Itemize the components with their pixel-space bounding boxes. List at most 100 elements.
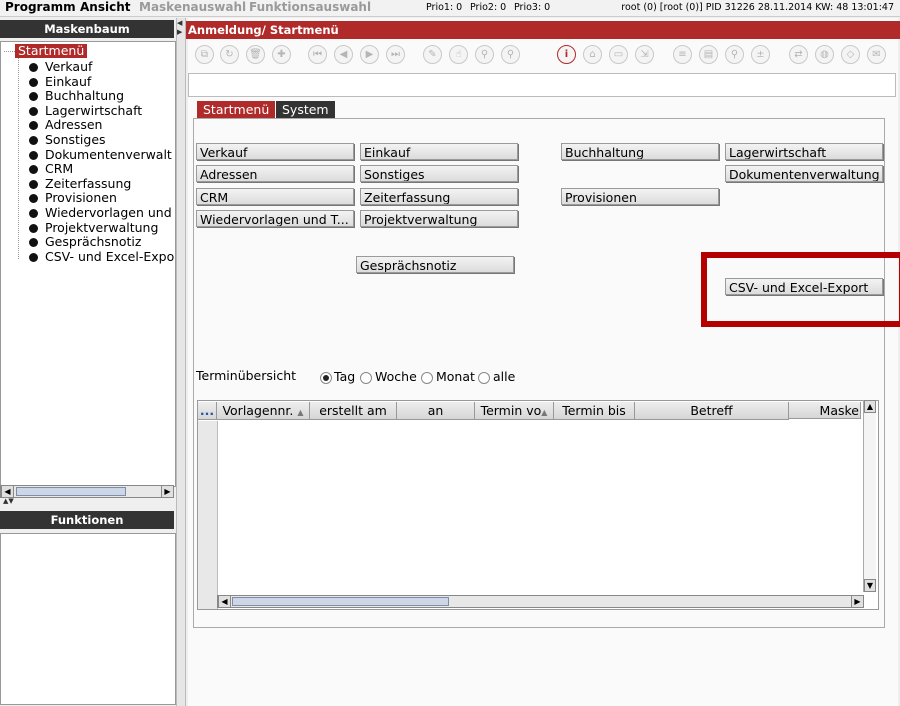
next-record-icon[interactable]: ▶ (360, 45, 379, 64)
tree-root-startmenu[interactable]: Startmenü (15, 44, 88, 58)
refresh-icon[interactable]: ↻ (220, 45, 239, 64)
globe-icon[interactable]: ◍ (815, 45, 834, 64)
radio-alle[interactable] (478, 372, 490, 384)
tab-system[interactable]: System (276, 101, 335, 118)
calendar-icon[interactable]: ▤ (699, 45, 718, 64)
adressen-button[interactable]: Adressen (196, 165, 354, 182)
export-icon[interactable]: ⇲ (635, 45, 654, 64)
menu-ansicht[interactable]: Ansicht (80, 0, 130, 15)
radio-tag-label: Tag (334, 369, 356, 384)
collapse-left-icon[interactable]: ◀ (177, 19, 182, 27)
tree-item[interactable]: Lagerwirtschaft (45, 103, 142, 118)
tree-item[interactable]: Verkauf (45, 60, 92, 74)
column-termin-von[interactable]: Termin vo▲ (475, 402, 554, 420)
tree-bullet-icon (29, 209, 38, 218)
tree-item[interactable]: Buchhaltung (45, 89, 124, 103)
add-icon[interactable]: ✚ (272, 45, 291, 64)
tree-item[interactable]: Sonstiges (45, 133, 106, 147)
column-an[interactable]: an (397, 402, 475, 420)
prio1-status: Prio1: 0 (426, 2, 463, 13)
column-menu-button[interactable]: ... (198, 402, 217, 420)
calculator-icon[interactable]: ± (751, 45, 770, 64)
window-icon[interactable]: ▭ (609, 45, 628, 64)
table-vertical-scrollbar[interactable]: ▲ ▼ (863, 400, 876, 592)
wiedervorlagen-button[interactable]: Wiedervorlagen und T... (196, 210, 354, 227)
home-icon[interactable]: ⌂ (583, 45, 602, 64)
appointments-table (197, 400, 879, 610)
dokumentenverwaltung-button[interactable]: Dokumentenverwaltung (725, 165, 883, 182)
search-next-icon[interactable]: ⚲ (501, 45, 520, 64)
copy-icon[interactable]: ⧉ (195, 45, 214, 64)
column-vorlagennr-label: Vorlagennr. (222, 403, 294, 418)
table-scroll-right-icon[interactable]: ▶ (851, 595, 864, 608)
row-header-column (198, 421, 218, 609)
zoom-icon[interactable]: ⚲ (725, 45, 744, 64)
radio-monat[interactable] (421, 372, 433, 384)
column-maske[interactable]: Maske (789, 402, 861, 419)
scroll-up-icon[interactable]: ▲ (864, 400, 876, 413)
first-record-icon[interactable]: ⏮ (308, 45, 327, 64)
column-vorlagennr[interactable]: Vorlagennr. ▲ (217, 402, 310, 420)
column-termin-bis[interactable]: Termin bis (554, 402, 635, 420)
buchhaltung-button[interactable]: Buchhaltung (561, 143, 719, 160)
delete-icon[interactable]: 🗑 (246, 45, 265, 64)
splitter[interactable]: ◀ ▶ (176, 18, 186, 706)
menu-maskenauswahl[interactable]: Maskenauswahl (139, 0, 246, 15)
info-icon[interactable]: i (557, 45, 576, 64)
top-input-field[interactable] (188, 73, 896, 97)
tree-item[interactable]: Provisionen (45, 191, 117, 205)
list-icon[interactable]: ≡ (673, 45, 692, 64)
tree-horizontal-scrollbar[interactable]: ◀ ▶ (0, 485, 174, 498)
tree-item[interactable]: Projektverwaltung (45, 220, 158, 235)
radio-woche[interactable] (360, 372, 372, 384)
column-termin-von-label: Termin vo (480, 403, 542, 418)
previous-record-icon[interactable]: ◀ (334, 45, 353, 64)
functions-header: Funktionen (0, 511, 174, 529)
zeiterfassung-button[interactable]: Zeiterfassung (360, 188, 518, 205)
projektverwaltung-button[interactable]: Projektverwaltung (360, 210, 518, 227)
split-arrows-icon[interactable]: ▲▼ (3, 497, 14, 505)
tree-bullet-icon (29, 63, 38, 72)
tree-scroll-thumb[interactable] (16, 487, 126, 496)
mask-tree: Startmenü Verkauf Einkauf Buchhaltung Lager… (0, 41, 176, 487)
tree-bullet-icon (29, 179, 38, 189)
swap-icon[interactable]: ⇄ (789, 45, 808, 64)
radio-tag[interactable] (320, 372, 332, 384)
provisionen-button[interactable]: Provisionen (561, 188, 719, 205)
collapse-right-icon[interactable]: ▶ (177, 28, 182, 36)
scroll-down-icon[interactable]: ▼ (864, 579, 876, 592)
note-icon[interactable]: ✉ (867, 45, 886, 64)
sonstiges-button[interactable]: Sonstiges (360, 165, 518, 182)
verkauf-button[interactable]: Verkauf (196, 143, 354, 160)
gespraechsnotiz-button[interactable]: Gesprächsnotiz (356, 256, 514, 273)
tree-item[interactable]: Adressen (45, 118, 102, 132)
tree-item[interactable]: Dokumentenverwalt (45, 147, 172, 162)
lagerwirtschaft-button[interactable]: Lagerwirtschaft (725, 143, 883, 160)
column-betreff[interactable]: Betreff (635, 402, 789, 420)
table-scroll-left-icon[interactable]: ◀ (218, 595, 231, 608)
tab-startmenu[interactable]: Startmenü (197, 101, 276, 118)
tree-item[interactable]: CRM (45, 162, 73, 176)
prio3-status: Prio3: 0 (514, 2, 551, 13)
tree-bullet-icon (29, 77, 38, 87)
tree-item[interactable]: Gesprächsnotiz (45, 235, 141, 249)
scroll-right-icon[interactable]: ▶ (161, 485, 174, 498)
einkauf-button[interactable]: Einkauf (360, 143, 518, 160)
table-scroll-thumb[interactable] (232, 597, 449, 606)
pointer-icon[interactable]: ☝ (449, 45, 468, 64)
tree-item[interactable]: Einkauf (45, 74, 91, 89)
mask-title: Anmeldung/ Startmenü (188, 23, 339, 37)
tree-item[interactable]: CSV- und Excel-Expo (45, 249, 174, 264)
tree-item[interactable]: Zeiterfassung (45, 176, 131, 191)
tree-item[interactable]: Wiedervorlagen und (45, 206, 172, 220)
search-icon[interactable]: ⚲ (475, 45, 494, 64)
edit-icon[interactable]: ✎ (423, 45, 442, 64)
table-horizontal-scrollbar[interactable]: ◀ ▶ (217, 595, 864, 608)
last-record-icon[interactable]: ⏭ (386, 45, 405, 64)
termin-label: Terminübersicht (196, 368, 297, 383)
crm-button[interactable]: CRM (196, 188, 354, 205)
column-erstellt-am[interactable]: erstellt am (310, 402, 397, 420)
menu-programm[interactable]: Programm (5, 0, 76, 15)
tag-icon[interactable]: ◇ (841, 45, 860, 64)
menu-funktionsauswahl[interactable]: Funktionsauswahl (249, 0, 371, 15)
